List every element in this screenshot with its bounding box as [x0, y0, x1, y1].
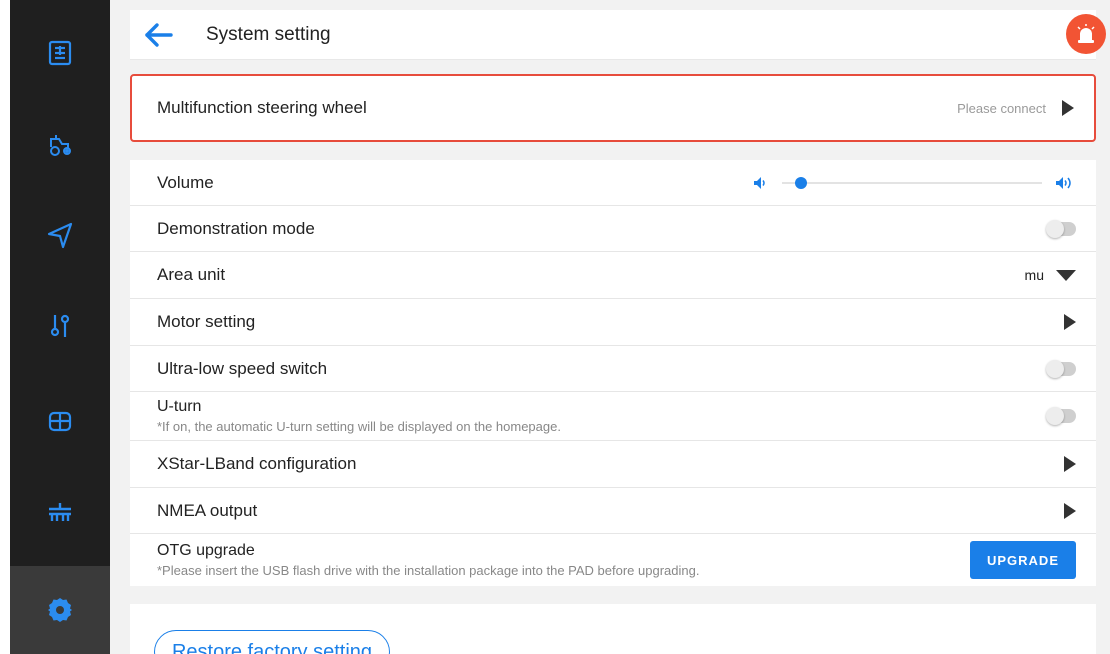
volume-row: Volume: [130, 160, 1096, 206]
gear-icon: [48, 598, 72, 622]
demonstration-mode-row: Demonstration mode: [130, 206, 1096, 252]
otg-upgrade-label: OTG upgrade: [157, 542, 255, 559]
chevron-right-icon: [1064, 502, 1076, 519]
area-unit-value: mu: [1024, 267, 1044, 283]
connection-status: Please connect: [957, 100, 1046, 116]
sliders-icon: [50, 314, 70, 337]
u-turn-label: U-turn: [157, 398, 202, 415]
xstar-lband-row[interactable]: XStar-LBand configuration: [130, 441, 1096, 488]
nmea-output-label: NMEA output: [157, 500, 258, 520]
settings-list: Volume Demonstration mode Area unit mu M…: [130, 160, 1096, 586]
nav-implement[interactable]: [10, 475, 110, 549]
ultra-low-speed-toggle[interactable]: [1046, 359, 1076, 378]
ultra-low-speed-row: Ultra-low speed switch: [130, 346, 1096, 392]
tractor-icon: [50, 135, 71, 156]
area-unit-label: Area unit: [157, 265, 226, 284]
toggle-knob: [1046, 359, 1064, 378]
area-unit-row[interactable]: Area unit mu: [130, 252, 1096, 299]
area-unit-select[interactable]: mu: [1025, 267, 1076, 283]
nav-tasks[interactable]: [10, 16, 110, 90]
u-turn-toggle[interactable]: [1046, 407, 1076, 425]
restore-section: Restore factory setting: [130, 604, 1096, 654]
motor-setting-label: Motor setting: [157, 312, 256, 331]
alarm-button[interactable]: [1066, 14, 1106, 54]
steering-wheel-row[interactable]: Multifunction steering wheel Please conn…: [130, 74, 1096, 142]
xstar-lband-label: XStar-LBand configuration: [157, 454, 357, 473]
ultra-low-speed-label: Ultra-low speed switch: [157, 358, 328, 378]
back-button[interactable]: [130, 10, 186, 60]
chevron-right-icon: [1062, 100, 1074, 116]
volume-label: Volume: [157, 172, 214, 192]
chevron-right-icon: [1064, 314, 1076, 330]
volume-slider-thumb[interactable]: [795, 176, 807, 189]
field-grid-icon: [48, 411, 72, 432]
chevron-right-icon: [1064, 456, 1076, 472]
page-title: System setting: [206, 23, 331, 45]
side-nav: [0, 0, 110, 654]
otg-upgrade-row: OTG upgrade *Please insert the USB flash…: [130, 534, 1096, 586]
restore-factory-button[interactable]: Restore factory setting: [154, 630, 390, 654]
nav-parameters[interactable]: [10, 289, 110, 363]
volume-high-icon[interactable]: [1054, 175, 1076, 191]
task-list-icon: [48, 40, 72, 66]
volume-low-icon[interactable]: [752, 175, 768, 191]
nav-settings[interactable]: [10, 566, 110, 654]
volume-slider[interactable]: [782, 176, 1042, 189]
nmea-output-row[interactable]: NMEA output: [130, 488, 1096, 534]
u-turn-hint: *If on, the automatic U-turn setting wil…: [157, 419, 561, 434]
steering-wheel-label: Multifunction steering wheel: [157, 98, 367, 117]
back-arrow-icon: [145, 22, 173, 47]
alarm-siren-icon: [1077, 24, 1095, 43]
nav-fields[interactable]: [10, 384, 110, 458]
demonstration-mode-label: Demonstration mode: [157, 218, 315, 238]
nav-vehicle[interactable]: [10, 107, 110, 181]
navigation-icon: [47, 222, 73, 249]
demonstration-mode-toggle[interactable]: [1046, 219, 1076, 238]
toggle-knob: [1046, 219, 1064, 238]
page-header: System setting: [130, 10, 1096, 60]
toggle-knob: [1046, 407, 1064, 425]
nav-navigation[interactable]: [10, 198, 110, 272]
implement-icon: [49, 503, 71, 521]
dropdown-arrow-icon: [1056, 269, 1076, 281]
u-turn-row: U-turn *If on, the automatic U-turn sett…: [130, 392, 1096, 441]
upgrade-button[interactable]: UPGRADE: [970, 541, 1076, 579]
main-content: System setting Multifunction steering wh…: [110, 0, 1110, 654]
motor-setting-row[interactable]: Motor setting: [130, 299, 1096, 346]
otg-upgrade-hint: *Please insert the USB flash drive with …: [157, 563, 700, 578]
